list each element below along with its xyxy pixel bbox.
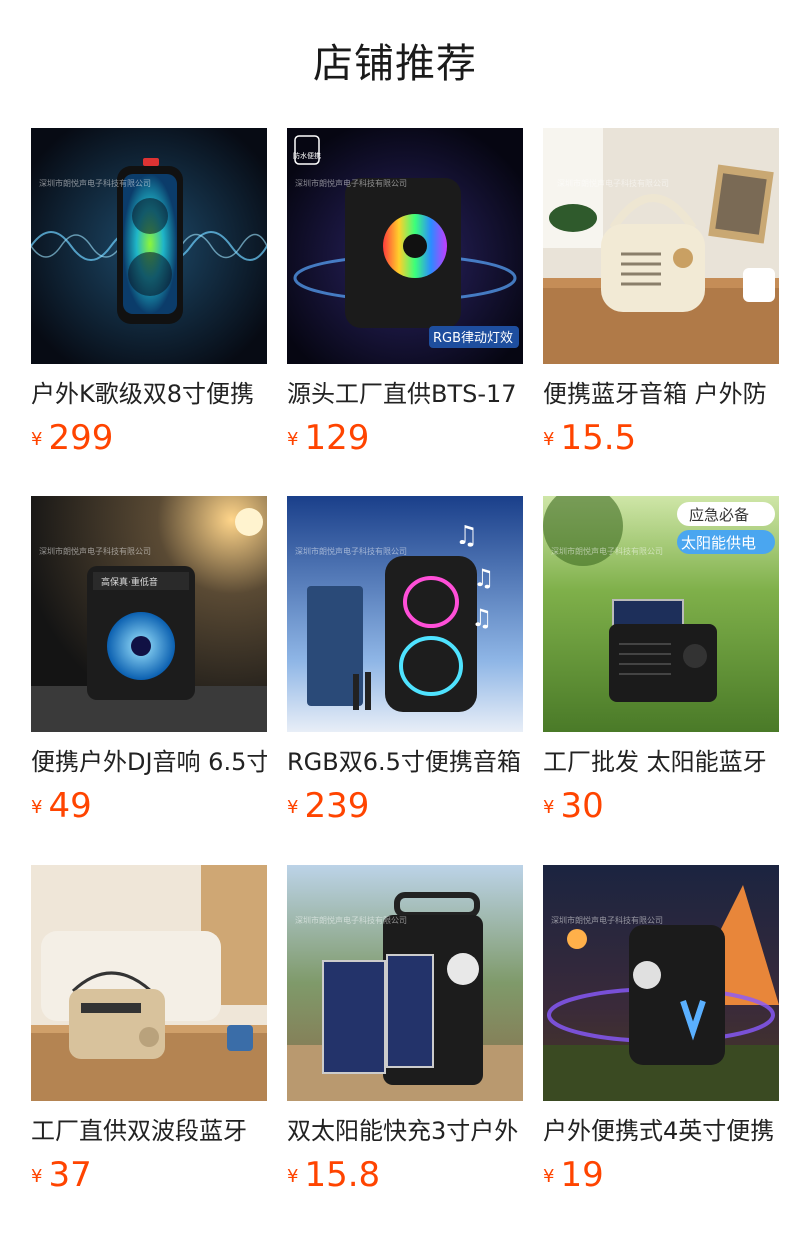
product-card[interactable]: 深圳市朗悦声电子科技有限公司 户外K歌级双8寸便携 ¥299 — [31, 128, 267, 468]
price-value: 299 — [48, 418, 114, 458]
product-card[interactable]: 深圳市朗悦声电子科技有限公司 便携蓝牙音箱 户外防 ¥15.5 — [543, 128, 779, 468]
price-value: 15.5 — [560, 418, 637, 458]
watermark-text: 深圳市朗悦声电子科技有限公司 — [557, 178, 669, 188]
svg-text:♫: ♫ — [471, 604, 493, 632]
badge-bass: 高保真·重低音 — [101, 576, 158, 588]
product-card[interactable]: ♫ ♫ ♫ 深圳市朗悦声电子科技有限公司 RGB双6.5寸便携音箱 ¥239 — [287, 496, 523, 836]
currency-symbol: ¥ — [543, 429, 555, 450]
product-image-rgb-speaker[interactable]: 防水便携 RGB律动灯效 深圳市朗悦声电子科技有限公司 — [287, 128, 523, 364]
product-name[interactable]: 户外K歌级双8寸便携 — [31, 378, 267, 410]
price-value: 37 — [48, 1155, 92, 1195]
product-price: ¥15.8 — [287, 1155, 380, 1195]
svg-text:♫: ♫ — [455, 521, 478, 551]
badge-waterproof: 防水便携 — [293, 151, 321, 160]
product-price: ¥15.5 — [543, 418, 636, 458]
product-image-dual-band-radio[interactable] — [31, 865, 267, 1101]
price-value: 239 — [304, 786, 370, 826]
product-name[interactable]: 工厂批发 太阳能蓝牙 — [543, 746, 779, 778]
currency-symbol: ¥ — [287, 1166, 299, 1187]
price-value: 19 — [560, 1155, 604, 1195]
product-price: ¥49 — [31, 786, 92, 826]
product-image-retro-speaker[interactable]: 深圳市朗悦声电子科技有限公司 — [543, 128, 779, 364]
price-value: 30 — [560, 786, 604, 826]
watermark-text: 深圳市朗悦声电子科技有限公司 — [551, 546, 663, 556]
currency-symbol: ¥ — [543, 797, 555, 818]
product-price: ¥239 — [287, 786, 369, 826]
currency-symbol: ¥ — [287, 797, 299, 818]
product-card[interactable]: 深圳市朗悦声电子科技有限公司 户外便携式4英寸便携 ¥19 — [543, 865, 779, 1205]
product-image-dual-woofer-speaker[interactable]: ♫ ♫ ♫ 深圳市朗悦声电子科技有限公司 — [287, 496, 523, 732]
badge-solar: 太阳能供电 — [681, 534, 756, 552]
product-price: ¥30 — [543, 786, 604, 826]
price-value: 49 — [48, 786, 92, 826]
currency-symbol: ¥ — [31, 1166, 43, 1187]
watermark-text: 深圳市朗悦声电子科技有限公司 — [39, 178, 151, 188]
section-title: 店铺推荐 — [313, 41, 477, 87]
product-name[interactable]: 源头工厂直供BTS-17 — [287, 378, 523, 410]
watermark-text: 深圳市朗悦声电子科技有限公司 — [295, 915, 407, 925]
badge-rgb: RGB律动灯效 — [433, 331, 513, 346]
product-image-solar-radio[interactable]: 应急必备 太阳能供电 深圳市朗悦声电子科技有限公司 — [543, 496, 779, 732]
product-card[interactable]: 高保真·重低音 深圳市朗悦声电子科技有限公司 便携户外DJ音响 6.5寸 ¥49 — [31, 496, 267, 836]
svg-text:♫: ♫ — [473, 564, 495, 592]
watermark-text: 深圳市朗悦声电子科技有限公司 — [39, 546, 151, 556]
badge-emergency: 应急必备 — [689, 506, 749, 524]
price-value: 15.8 — [304, 1155, 381, 1195]
product-card[interactable]: 防水便携 RGB律动灯效 深圳市朗悦声电子科技有限公司 源头工厂直供BTS-17… — [287, 128, 523, 468]
watermark-text: 深圳市朗悦声电子科技有限公司 — [295, 546, 407, 556]
price-value: 129 — [304, 418, 370, 458]
product-name[interactable]: 便携户外DJ音响 6.5寸 — [31, 746, 267, 778]
product-image-solar-lantern-speaker[interactable]: 深圳市朗悦声电子科技有限公司 — [287, 865, 523, 1101]
product-price: ¥19 — [543, 1155, 604, 1195]
product-card[interactable]: 工厂直供双波段蓝牙 ¥37 — [31, 865, 267, 1205]
product-card[interactable]: 应急必备 太阳能供电 深圳市朗悦声电子科技有限公司 工厂批发 太阳能蓝牙 ¥30 — [543, 496, 779, 836]
currency-symbol: ¥ — [31, 797, 43, 818]
product-grid: 深圳市朗悦声电子科技有限公司 户外K歌级双8寸便携 ¥299 防水便携 RGB律… — [31, 128, 790, 1228]
product-price: ¥299 — [31, 418, 113, 458]
product-name[interactable]: 户外便携式4英寸便携 — [543, 1115, 779, 1147]
product-name[interactable]: 工厂直供双波段蓝牙 — [31, 1115, 267, 1147]
product-card[interactable]: 深圳市朗悦声电子科技有限公司 双太阳能快充3寸户外 ¥15.8 — [287, 865, 523, 1205]
watermark-text: 深圳市朗悦声电子科技有限公司 — [551, 915, 663, 925]
currency-symbol: ¥ — [287, 429, 299, 450]
product-name[interactable]: RGB双6.5寸便携音箱 — [287, 746, 523, 778]
currency-symbol: ¥ — [543, 1166, 555, 1187]
product-price: ¥129 — [287, 418, 369, 458]
currency-symbol: ¥ — [31, 429, 43, 450]
product-image-dj-speaker[interactable]: 高保真·重低音 深圳市朗悦声电子科技有限公司 — [31, 496, 267, 732]
product-name[interactable]: 双太阳能快充3寸户外 — [287, 1115, 523, 1147]
product-price: ¥37 — [31, 1155, 92, 1195]
watermark-text: 深圳市朗悦声电子科技有限公司 — [295, 178, 407, 188]
product-name[interactable]: 便携蓝牙音箱 户外防 — [543, 378, 779, 410]
product-image-party-speaker[interactable]: 深圳市朗悦声电子科技有限公司 — [31, 128, 267, 364]
product-image-camping-speaker[interactable]: 深圳市朗悦声电子科技有限公司 — [543, 865, 779, 1101]
